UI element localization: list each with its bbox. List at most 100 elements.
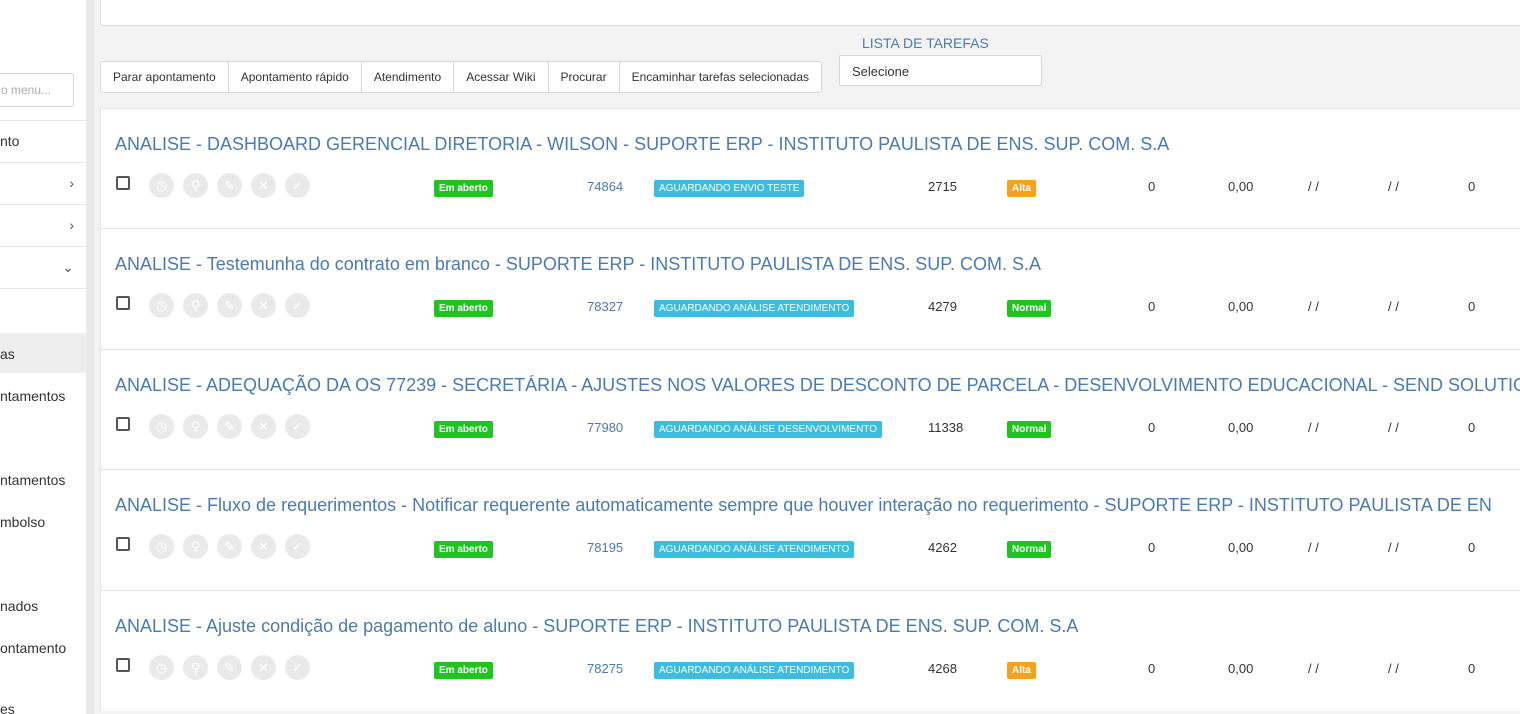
task-checkbox[interactable] [116,296,130,310]
count-value: 0 [1148,661,1156,676]
end-date: / / [1388,540,1399,555]
task-checkbox[interactable] [116,417,130,431]
clock-icon[interactable]: ◷ [149,293,174,318]
task-code: 4268 [928,661,957,676]
forward-tasks-button[interactable]: Encaminhar tarefas selecionadas [620,62,821,92]
edit-icon[interactable]: ✎ [217,173,242,198]
search-icon[interactable]: ⚲ [183,173,208,198]
task-title[interactable]: ANALISE - ADEQUAÇÃO DA OS 77239 - SECRET… [115,375,1520,396]
task-list-label: LISTA DE TAREFAS [862,35,989,51]
task-title[interactable]: ANALISE - Testemunha do contrato em bran… [115,254,1041,275]
sidebar-subitem[interactable]: as [0,343,86,365]
priority-badge: Normal [1007,421,1052,438]
wiki-button[interactable]: Acessar Wiki [454,62,549,92]
close-icon[interactable]: ✕ [251,173,276,198]
task-card: ANALISE - Ajuste condição de pagamento d… [100,590,1520,711]
task-id[interactable]: 78275 [587,661,623,676]
clock-icon[interactable]: ◷ [149,655,174,680]
task-code: 4279 [928,299,957,314]
clock-icon[interactable]: ◷ [149,414,174,439]
close-icon[interactable]: ✕ [251,655,276,680]
sidebar-subitem[interactable]: es [0,698,86,714]
extra-count: 0 [1468,540,1476,555]
sidebar-subitem[interactable]: ntamentos [0,469,86,491]
priority-badge: Alta [1007,662,1036,679]
sidebar-item[interactable]: nto [0,130,86,152]
task-id[interactable]: 78195 [587,540,623,555]
hours-value: 0,00 [1228,299,1254,314]
check-icon[interactable]: ✓ [285,534,310,559]
state-badge: Em aberto [434,421,493,438]
close-icon[interactable]: ✕ [251,534,276,559]
task-checkbox[interactable] [116,537,130,551]
count-value: 0 [1148,299,1156,314]
divider [0,204,86,205]
check-icon[interactable]: ✓ [285,173,310,198]
task-card: ANALISE - Testemunha do contrato em bran… [100,228,1520,349]
sidebar-item-collapsed[interactable]: › [0,172,86,194]
sidebar-item-expanded[interactable]: ⌄ [0,256,86,278]
task-checkbox[interactable] [116,176,130,190]
chevron-right-icon: › [69,217,74,233]
task-id[interactable]: 74864 [587,179,623,194]
extra-count: 0 [1468,299,1476,314]
hours-value: 0,00 [1228,540,1254,555]
task-title[interactable]: ANALISE - DASHBOARD GERENCIAL DIRETORIA … [115,134,1169,155]
check-icon[interactable]: ✓ [285,655,310,680]
count-value: 0 [1148,179,1156,194]
task-id[interactable]: 77980 [587,420,623,435]
task-code: 11338 [928,420,964,435]
task-id[interactable]: 78327 [587,299,623,314]
count-value: 0 [1148,420,1156,435]
state-badge: Em aberto [434,300,493,317]
start-date: / / [1308,540,1319,555]
task-card: ANALISE - DASHBOARD GERENCIAL DIRETORIA … [100,108,1520,229]
sidebar: o menu... nto › › ⌄ as ntamentos ntament… [0,0,86,714]
extra-count: 0 [1468,420,1476,435]
end-date: / / [1388,420,1399,435]
start-date: / / [1308,179,1319,194]
end-date: / / [1388,299,1399,314]
sidebar-subitem[interactable]: ntamentos [0,385,86,407]
sidebar-item-collapsed[interactable]: › [0,214,86,236]
clock-icon[interactable]: ◷ [149,534,174,559]
sidebar-scrollbar[interactable] [86,0,94,714]
menu-search-input[interactable]: o menu... [0,73,74,107]
task-code: 4262 [928,540,957,555]
stop-timer-button[interactable]: Parar apontamento [101,62,229,92]
edit-icon[interactable]: ✎ [217,293,242,318]
sidebar-subitem[interactable]: ontamento [0,637,86,659]
task-title[interactable]: ANALISE - Ajuste condição de pagamento d… [115,616,1078,637]
divider [0,162,86,163]
quick-timer-button[interactable]: Apontamento rápido [229,62,362,92]
edit-icon[interactable]: ✎ [217,655,242,680]
status-badge: AGUARDANDO ANÁLISE DESENVOLVIMENTO [654,421,883,438]
start-date: / / [1308,420,1319,435]
check-icon[interactable]: ✓ [285,293,310,318]
task-checkbox[interactable] [116,658,130,672]
task-title[interactable]: ANALISE - Fluxo de requerimentos - Notif… [115,495,1492,516]
sidebar-subitem[interactable]: mbolso [0,511,86,533]
task-code: 2715 [928,179,957,194]
search-icon[interactable]: ⚲ [183,293,208,318]
search-icon[interactable]: ⚲ [183,655,208,680]
clock-icon[interactable]: ◷ [149,173,174,198]
hours-value: 0,00 [1228,661,1254,676]
edit-icon[interactable]: ✎ [217,414,242,439]
priority-badge: Normal [1007,541,1052,558]
divider [0,120,86,121]
service-button[interactable]: Atendimento [362,62,455,92]
search-button[interactable]: Procurar [549,62,620,92]
check-icon[interactable]: ✓ [285,414,310,439]
sidebar-subitem[interactable]: nados [0,595,86,617]
chevron-right-icon: › [69,175,74,191]
edit-icon[interactable]: ✎ [217,534,242,559]
close-icon[interactable]: ✕ [251,293,276,318]
search-icon[interactable]: ⚲ [183,534,208,559]
search-icon[interactable]: ⚲ [183,414,208,439]
end-date: / / [1388,179,1399,194]
task-card: ANALISE - Fluxo de requerimentos - Notif… [100,469,1520,590]
hours-value: 0,00 [1228,179,1254,194]
task-list-select[interactable]: Selecione [839,55,1042,86]
close-icon[interactable]: ✕ [251,414,276,439]
